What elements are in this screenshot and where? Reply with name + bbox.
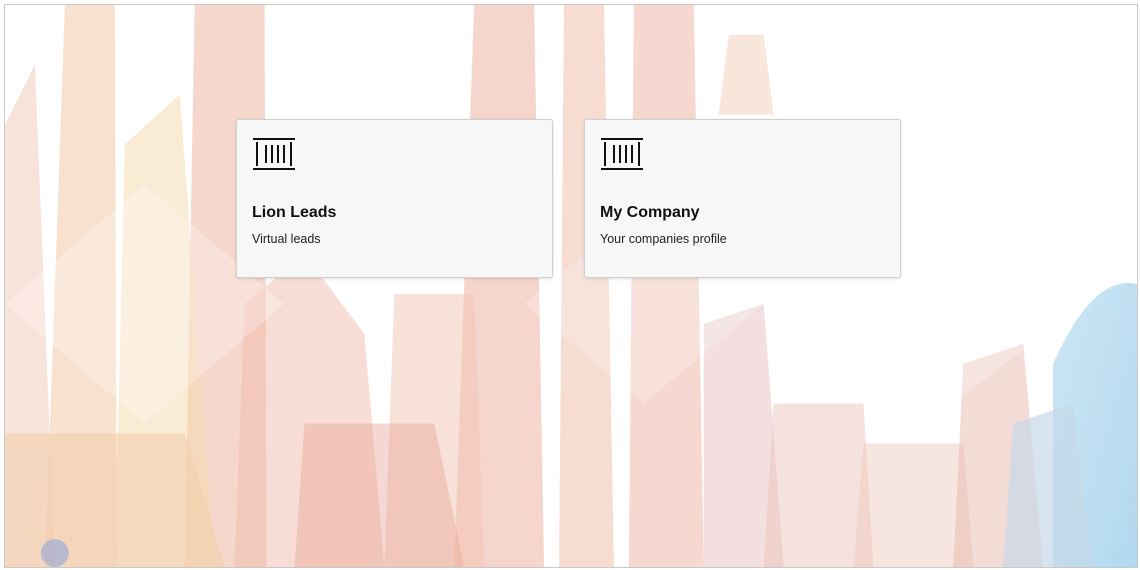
card-title: My Company — [600, 204, 700, 221]
city-skyline-illustration — [5, 5, 1137, 567]
card-description: Your companies profile — [600, 232, 727, 246]
app-window: Lion Leads Virtual leads My Company Your… — [4, 4, 1138, 568]
building-columns-icon — [253, 138, 295, 170]
card-title: Lion Leads — [252, 204, 337, 221]
card-description: Virtual leads — [252, 232, 321, 246]
app-card-lion-leads[interactable]: Lion Leads Virtual leads — [236, 119, 553, 278]
building-columns-icon — [601, 138, 643, 170]
app-card-my-company[interactable]: My Company Your companies profile — [584, 119, 901, 278]
